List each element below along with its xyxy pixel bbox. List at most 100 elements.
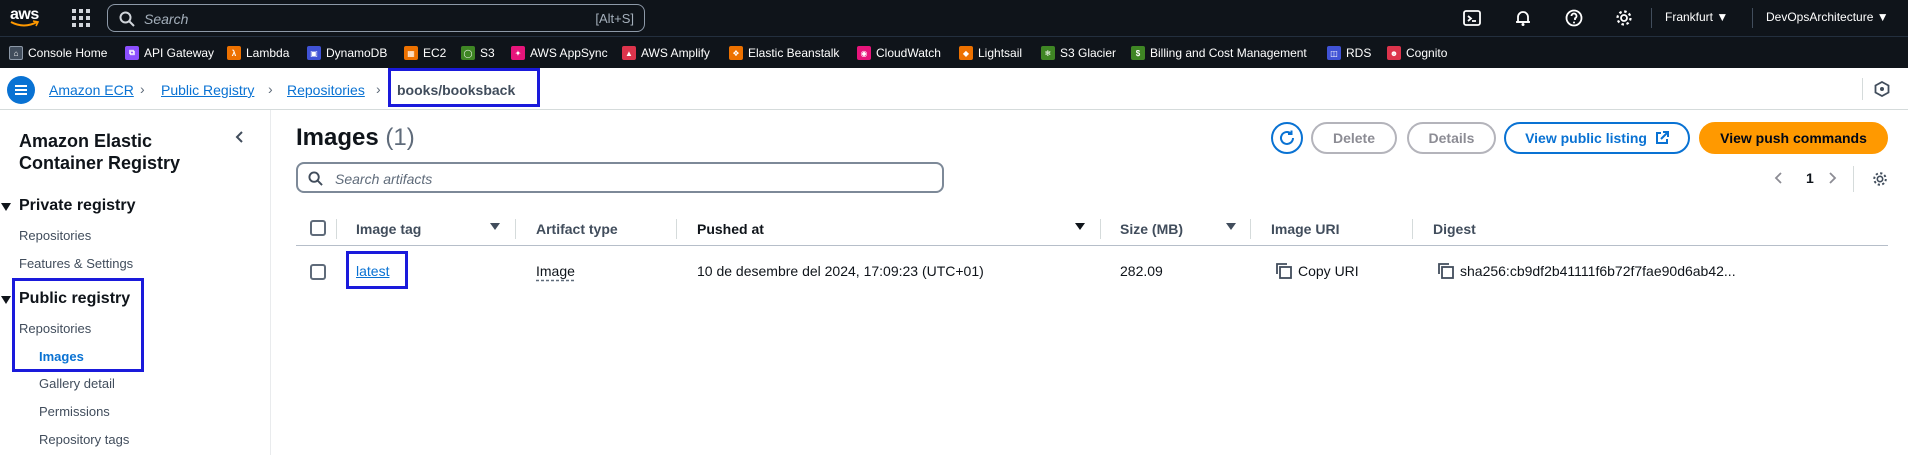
breadcrumb-public-registry[interactable]: Public Registry: [161, 82, 254, 98]
pushed-at-value: 10 de desembre del 2024, 17:09:23 (UTC+0…: [697, 263, 984, 279]
favorite-ec2[interactable]: ▦ EC2: [404, 45, 446, 61]
column-image-tag[interactable]: Image tag: [356, 221, 421, 237]
topbar-divider: [1651, 8, 1652, 28]
delete-button[interactable]: Delete: [1311, 122, 1397, 154]
select-all-checkbox[interactable]: [310, 220, 326, 236]
breadcrumb-repositories[interactable]: Repositories: [287, 82, 365, 98]
view-push-commands-button[interactable]: View push commands: [1699, 122, 1888, 154]
artifact-type-value[interactable]: Image: [536, 263, 575, 279]
caret-down-icon: ▼: [1716, 10, 1729, 24]
pagination-divider: [1853, 166, 1854, 192]
digest-value[interactable]: sha256:cb9df2b41111f6b72f7fae90d6ab42...: [1460, 263, 1736, 279]
nav-features-settings[interactable]: Features & Settings: [19, 256, 133, 271]
aws-logo[interactable]: aws: [8, 5, 42, 29]
column-divider: [676, 219, 677, 239]
appsync-icon: ✦: [511, 46, 525, 60]
column-pushed-at[interactable]: Pushed at: [697, 221, 764, 237]
lightsail-icon: ◆: [959, 46, 973, 60]
page-title: Images (1): [296, 124, 415, 152]
favorite-lambda[interactable]: λ Lambda: [227, 45, 289, 61]
services-grid-icon[interactable]: [72, 9, 90, 27]
highlight-box-public-registry: [12, 278, 144, 372]
caret-down-icon: ▼: [1876, 10, 1889, 24]
main-content: Images (1) Delete Details View public li…: [296, 110, 1888, 455]
refresh-icon: [1280, 130, 1294, 145]
help-icon[interactable]: [1565, 9, 1583, 27]
favorite-amplify[interactable]: ▲ AWS Amplify: [622, 45, 710, 61]
favorite-console-home[interactable]: ⌂ Console Home: [9, 45, 107, 61]
cognito-icon: ☻: [1387, 46, 1401, 60]
side-navigation-toggle[interactable]: [7, 76, 35, 104]
notifications-bell-icon[interactable]: [1514, 9, 1532, 27]
nav-private-repositories[interactable]: Repositories: [19, 228, 91, 243]
api-gateway-icon: ⧉: [125, 46, 139, 60]
nav-permissions[interactable]: Permissions: [39, 404, 110, 419]
sidenav-title[interactable]: Amazon Elastic Container Registry: [19, 130, 219, 174]
sort-icon[interactable]: [490, 223, 500, 230]
favorites-bar: ⌂ Console Home ⧉ API Gateway λ Lambda ▣ Dyna…: [0, 36, 1908, 68]
favorite-api-gateway[interactable]: ⧉ API Gateway: [125, 45, 214, 61]
favorite-cognito[interactable]: ☻ Cognito: [1387, 45, 1447, 61]
nav-gallery-detail[interactable]: Gallery detail: [39, 376, 115, 391]
row-checkbox[interactable]: [310, 264, 326, 280]
sort-icon[interactable]: [1226, 223, 1236, 230]
settings-gear-icon[interactable]: [1615, 9, 1633, 27]
nav-repository-tags[interactable]: Repository tags: [39, 432, 129, 447]
region-selector[interactable]: Frankfurt ▼: [1665, 10, 1728, 24]
copy-uri-button[interactable]: Copy URI: [1298, 263, 1359, 279]
help-panel-icon[interactable]: [1874, 81, 1890, 97]
console-search-input[interactable]: Search [Alt+S]: [107, 4, 645, 32]
nav-section-private-registry[interactable]: Private registry: [19, 197, 136, 215]
page-title-count: (1): [385, 124, 415, 151]
favorite-rds[interactable]: ◫ RDS: [1327, 45, 1371, 61]
glacier-icon: ❄: [1041, 46, 1055, 60]
chevron-left-icon[interactable]: [1773, 171, 1785, 185]
chevron-right-icon: ›: [140, 81, 145, 97]
cloudwatch-icon: ◉: [857, 46, 871, 60]
favorite-dynamodb[interactable]: ▣ DynamoDB: [307, 45, 387, 61]
copy-icon[interactable]: [1275, 262, 1293, 280]
view-public-listing-button[interactable]: View public listing: [1504, 122, 1690, 154]
account-label: DevOpsArchitecture: [1766, 10, 1874, 24]
favorite-appsync[interactable]: ✦ AWS AppSync: [511, 45, 608, 61]
breadcrumb-amazon-ecr[interactable]: Amazon ECR: [49, 82, 134, 98]
favorite-s3-glacier[interactable]: ❄ S3 Glacier: [1041, 45, 1116, 61]
ec2-icon: ▦: [404, 46, 418, 60]
search-icon: [308, 171, 323, 186]
search-placeholder: Search: [144, 11, 189, 27]
highlight-box-image-tag: [346, 251, 408, 289]
highlight-box-breadcrumb: [388, 68, 540, 107]
search-artifacts-input[interactable]: Search artifacts: [296, 162, 944, 193]
column-digest: Digest: [1433, 221, 1476, 237]
rds-icon: ◫: [1327, 46, 1341, 60]
favorite-elastic-beanstalk[interactable]: ❖ Elastic Beanstalk: [729, 45, 839, 61]
favorite-billing[interactable]: $ Billing and Cost Management: [1131, 45, 1307, 61]
chevron-right-icon: ›: [268, 81, 273, 97]
chevron-right-icon[interactable]: [1826, 171, 1838, 185]
favorite-s3[interactable]: ◯ S3: [461, 45, 495, 61]
column-artifact-type[interactable]: Artifact type: [536, 221, 618, 237]
refresh-button[interactable]: [1271, 122, 1303, 154]
table-preferences-gear-icon[interactable]: [1872, 171, 1888, 187]
lambda-icon: λ: [227, 46, 241, 60]
favorite-lightsail[interactable]: ◆ Lightsail: [959, 45, 1022, 61]
billing-icon: $: [1131, 46, 1145, 60]
caret-down-icon[interactable]: [1, 296, 11, 304]
account-menu[interactable]: DevOpsArchitecture ▼: [1766, 10, 1889, 24]
console-home-icon: ⌂: [9, 46, 23, 60]
chevron-right-icon: ›: [376, 81, 381, 97]
close-icon[interactable]: [233, 130, 247, 144]
caret-down-icon[interactable]: [1, 203, 11, 211]
sort-descending-icon[interactable]: [1075, 223, 1085, 230]
page-title-text: Images: [296, 124, 379, 151]
favorite-cloudwatch[interactable]: ◉ CloudWatch: [857, 45, 941, 61]
external-link-icon: [1655, 131, 1669, 144]
region-label: Frankfurt: [1665, 10, 1714, 24]
cloudshell-icon[interactable]: [1463, 9, 1481, 27]
pagination-current-page[interactable]: 1: [1806, 170, 1814, 186]
details-button[interactable]: Details: [1407, 122, 1496, 154]
copy-icon[interactable]: [1437, 262, 1455, 280]
column-image-uri: Image URI: [1271, 221, 1340, 237]
column-size[interactable]: Size (MB): [1120, 221, 1183, 237]
search-icon: [119, 11, 135, 27]
